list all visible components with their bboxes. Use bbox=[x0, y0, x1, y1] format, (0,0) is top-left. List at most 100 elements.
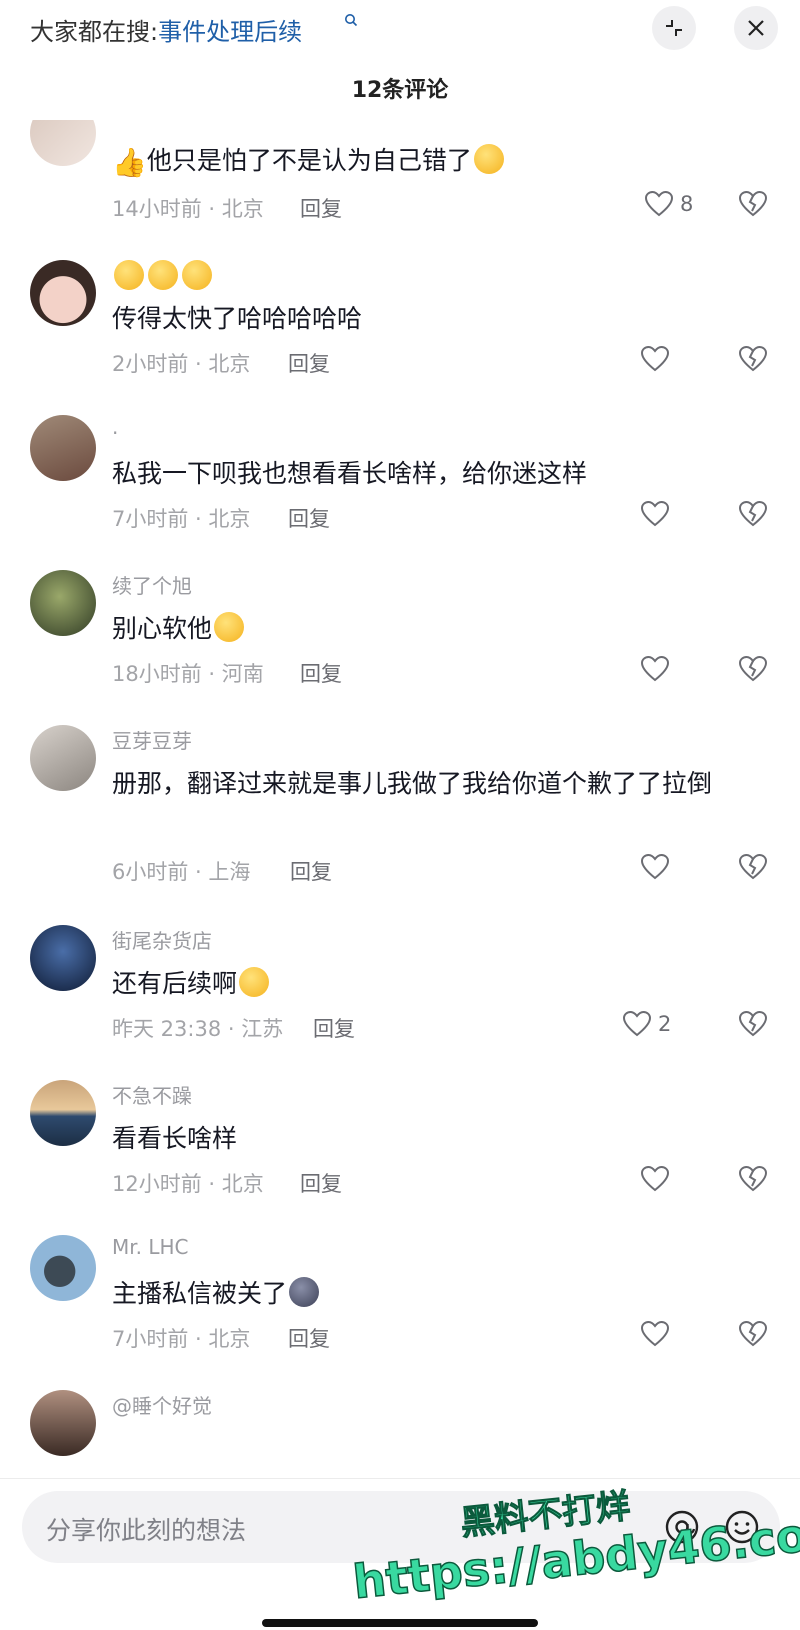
dislike-heart-icon bbox=[738, 190, 768, 217]
avatar[interactable] bbox=[30, 725, 96, 791]
comment-list[interactable]: 👍他只是怕了不是认为自己错了 14小时前 · 北京 回复 8 传得太快了哈哈哈哈… bbox=[0, 120, 800, 1478]
avatar[interactable] bbox=[30, 570, 96, 636]
heart-outline-icon bbox=[640, 1320, 670, 1347]
search-icon bbox=[344, 12, 358, 31]
like-button[interactable] bbox=[640, 1320, 670, 1348]
heart-outline-icon bbox=[622, 1010, 652, 1037]
dislike-heart-icon bbox=[738, 345, 768, 372]
comment-text: 还有后续啊 bbox=[112, 963, 752, 1005]
comment-item: . 私我一下呗我也想看看长啥样，给你迷这样 7小时前 · 北京 回复 bbox=[0, 410, 800, 560]
like-button[interactable] bbox=[640, 655, 670, 683]
comment-item: 续了个旭 别心软他 18小时前 · 河南 回复 bbox=[0, 565, 800, 715]
comment-time-location: 6小时前 · 上海 bbox=[112, 860, 251, 884]
thinking-emoji-icon bbox=[239, 967, 270, 997]
comment-username: . bbox=[112, 415, 119, 439]
like-count: 2 bbox=[658, 1012, 672, 1036]
avatar[interactable] bbox=[30, 1390, 96, 1456]
comment-text: 私我一下呗我也想看看长啥样，给你迷这样 bbox=[112, 459, 588, 488]
comment-time-location: 7小时前 · 北京 bbox=[112, 507, 251, 531]
heart-outline-icon bbox=[640, 853, 670, 880]
like-count: 8 bbox=[680, 192, 694, 216]
dislike-button[interactable] bbox=[738, 500, 768, 532]
comment-item: 不急不躁 看看长啥样 12小时前 · 北京 回复 bbox=[0, 1075, 800, 1225]
trending-search-label: 大家都在搜: bbox=[30, 18, 159, 46]
comment-time-location: 12小时前 · 北京 bbox=[112, 1172, 264, 1196]
laughing-emoji-icon bbox=[473, 144, 504, 174]
dislike-button[interactable] bbox=[738, 345, 768, 377]
avatar[interactable] bbox=[30, 925, 96, 991]
collapse-button[interactable] bbox=[652, 6, 696, 50]
comment-item: 👍他只是怕了不是认为自己错了 14小时前 · 北京 回复 8 bbox=[0, 120, 800, 270]
comment-username: Mr. LHC bbox=[112, 1235, 189, 1259]
dislike-button[interactable] bbox=[738, 853, 768, 885]
comment-text: 别心软他 bbox=[112, 608, 752, 650]
like-button[interactable]: 2 bbox=[622, 1010, 671, 1038]
reply-button[interactable]: 回复 bbox=[300, 658, 342, 688]
astonished-emoji-icon bbox=[148, 260, 178, 290]
avatar[interactable] bbox=[30, 120, 96, 166]
comment-text: 传得太快了哈哈哈哈哈 bbox=[112, 304, 363, 333]
comment-count-title: 12条评论 bbox=[351, 78, 449, 103]
reply-button[interactable]: 回复 bbox=[288, 503, 330, 533]
astonished-emoji-icon bbox=[182, 260, 212, 290]
comment-text: 主播私信被关了 bbox=[112, 1273, 752, 1315]
comment-input-placeholder: 分享你此刻的想法 bbox=[46, 1516, 247, 1545]
collapse-icon bbox=[666, 20, 682, 36]
crying-emoji-icon bbox=[214, 612, 245, 642]
home-indicator bbox=[262, 1619, 538, 1627]
dislike-heart-icon bbox=[738, 655, 768, 682]
like-button[interactable] bbox=[640, 500, 670, 528]
like-button[interactable]: 8 bbox=[644, 190, 693, 218]
comment-text: 看看长啥样 bbox=[112, 1124, 238, 1153]
heart-outline-icon bbox=[640, 1165, 670, 1192]
avatar[interactable] bbox=[30, 1080, 96, 1146]
trending-search-term[interactable]: 事件处理后续 bbox=[158, 18, 302, 46]
like-button[interactable] bbox=[640, 345, 670, 373]
close-icon bbox=[748, 20, 764, 36]
comment-username: 街尾杂货店 bbox=[112, 929, 212, 953]
reply-button[interactable]: 回复 bbox=[300, 193, 342, 223]
dislike-heart-icon bbox=[738, 500, 768, 527]
thumbs-up-emoji-icon: 👍 bbox=[112, 146, 147, 179]
close-button[interactable] bbox=[734, 6, 778, 50]
trending-search[interactable]: 大家都在搜:事件处理后续 bbox=[30, 12, 302, 47]
dislike-button[interactable] bbox=[738, 1320, 768, 1352]
dislike-button[interactable] bbox=[738, 190, 768, 222]
comment-username: 续了个旭 bbox=[112, 574, 192, 598]
avatar[interactable] bbox=[30, 260, 96, 326]
heart-outline-icon bbox=[640, 345, 670, 372]
avatar[interactable] bbox=[30, 415, 96, 481]
dislike-button[interactable] bbox=[738, 655, 768, 687]
dislike-heart-icon bbox=[738, 853, 768, 880]
comment-username bbox=[112, 260, 214, 290]
comment-time-location: 14小时前 · 北京 bbox=[112, 197, 264, 221]
comment-time-location: 2小时前 · 北京 bbox=[112, 352, 251, 376]
dislike-button[interactable] bbox=[738, 1165, 768, 1197]
avatar[interactable] bbox=[30, 1235, 96, 1301]
comment-time-location: 昨天 23:38 · 江苏 bbox=[112, 1017, 284, 1041]
comment-time-location: 7小时前 · 北京 bbox=[112, 1327, 251, 1351]
heart-outline-icon bbox=[640, 500, 670, 527]
reply-button[interactable]: 回复 bbox=[288, 1323, 330, 1353]
comment-username: @睡个好觉 bbox=[112, 1394, 212, 1418]
top-bar: 大家都在搜:事件处理后续 bbox=[0, 0, 800, 60]
reply-button[interactable]: 回复 bbox=[300, 1168, 342, 1198]
heart-outline-icon bbox=[640, 655, 670, 682]
comment-item: 传得太快了哈哈哈哈哈 2小时前 · 北京 回复 bbox=[0, 255, 800, 405]
dislike-heart-icon bbox=[738, 1320, 768, 1347]
dislike-button[interactable] bbox=[738, 1010, 768, 1042]
like-button[interactable] bbox=[640, 1165, 670, 1193]
dislike-heart-icon bbox=[738, 1010, 768, 1037]
comment-item: @睡个好觉 bbox=[0, 1385, 800, 1478]
like-button[interactable] bbox=[640, 853, 670, 881]
astonished-emoji-icon bbox=[114, 260, 144, 290]
comment-time-location: 18小时前 · 河南 bbox=[112, 662, 264, 686]
comment-item: 豆芽豆芽 册那，翻译过来就是事儿我做了我给你道个歉了了拉倒 6小时前 · 上海 … bbox=[0, 720, 800, 915]
comment-username: 豆芽豆芽 bbox=[112, 729, 192, 753]
dislike-heart-icon bbox=[738, 1165, 768, 1192]
comment-item: Mr. LHC 主播私信被关了 7小时前 · 北京 回复 bbox=[0, 1230, 800, 1380]
reply-button[interactable]: 回复 bbox=[313, 1013, 355, 1043]
comment-text: 👍他只是怕了不是认为自己错了 bbox=[112, 140, 752, 184]
reply-button[interactable]: 回复 bbox=[288, 348, 330, 378]
reply-button[interactable]: 回复 bbox=[290, 856, 332, 886]
